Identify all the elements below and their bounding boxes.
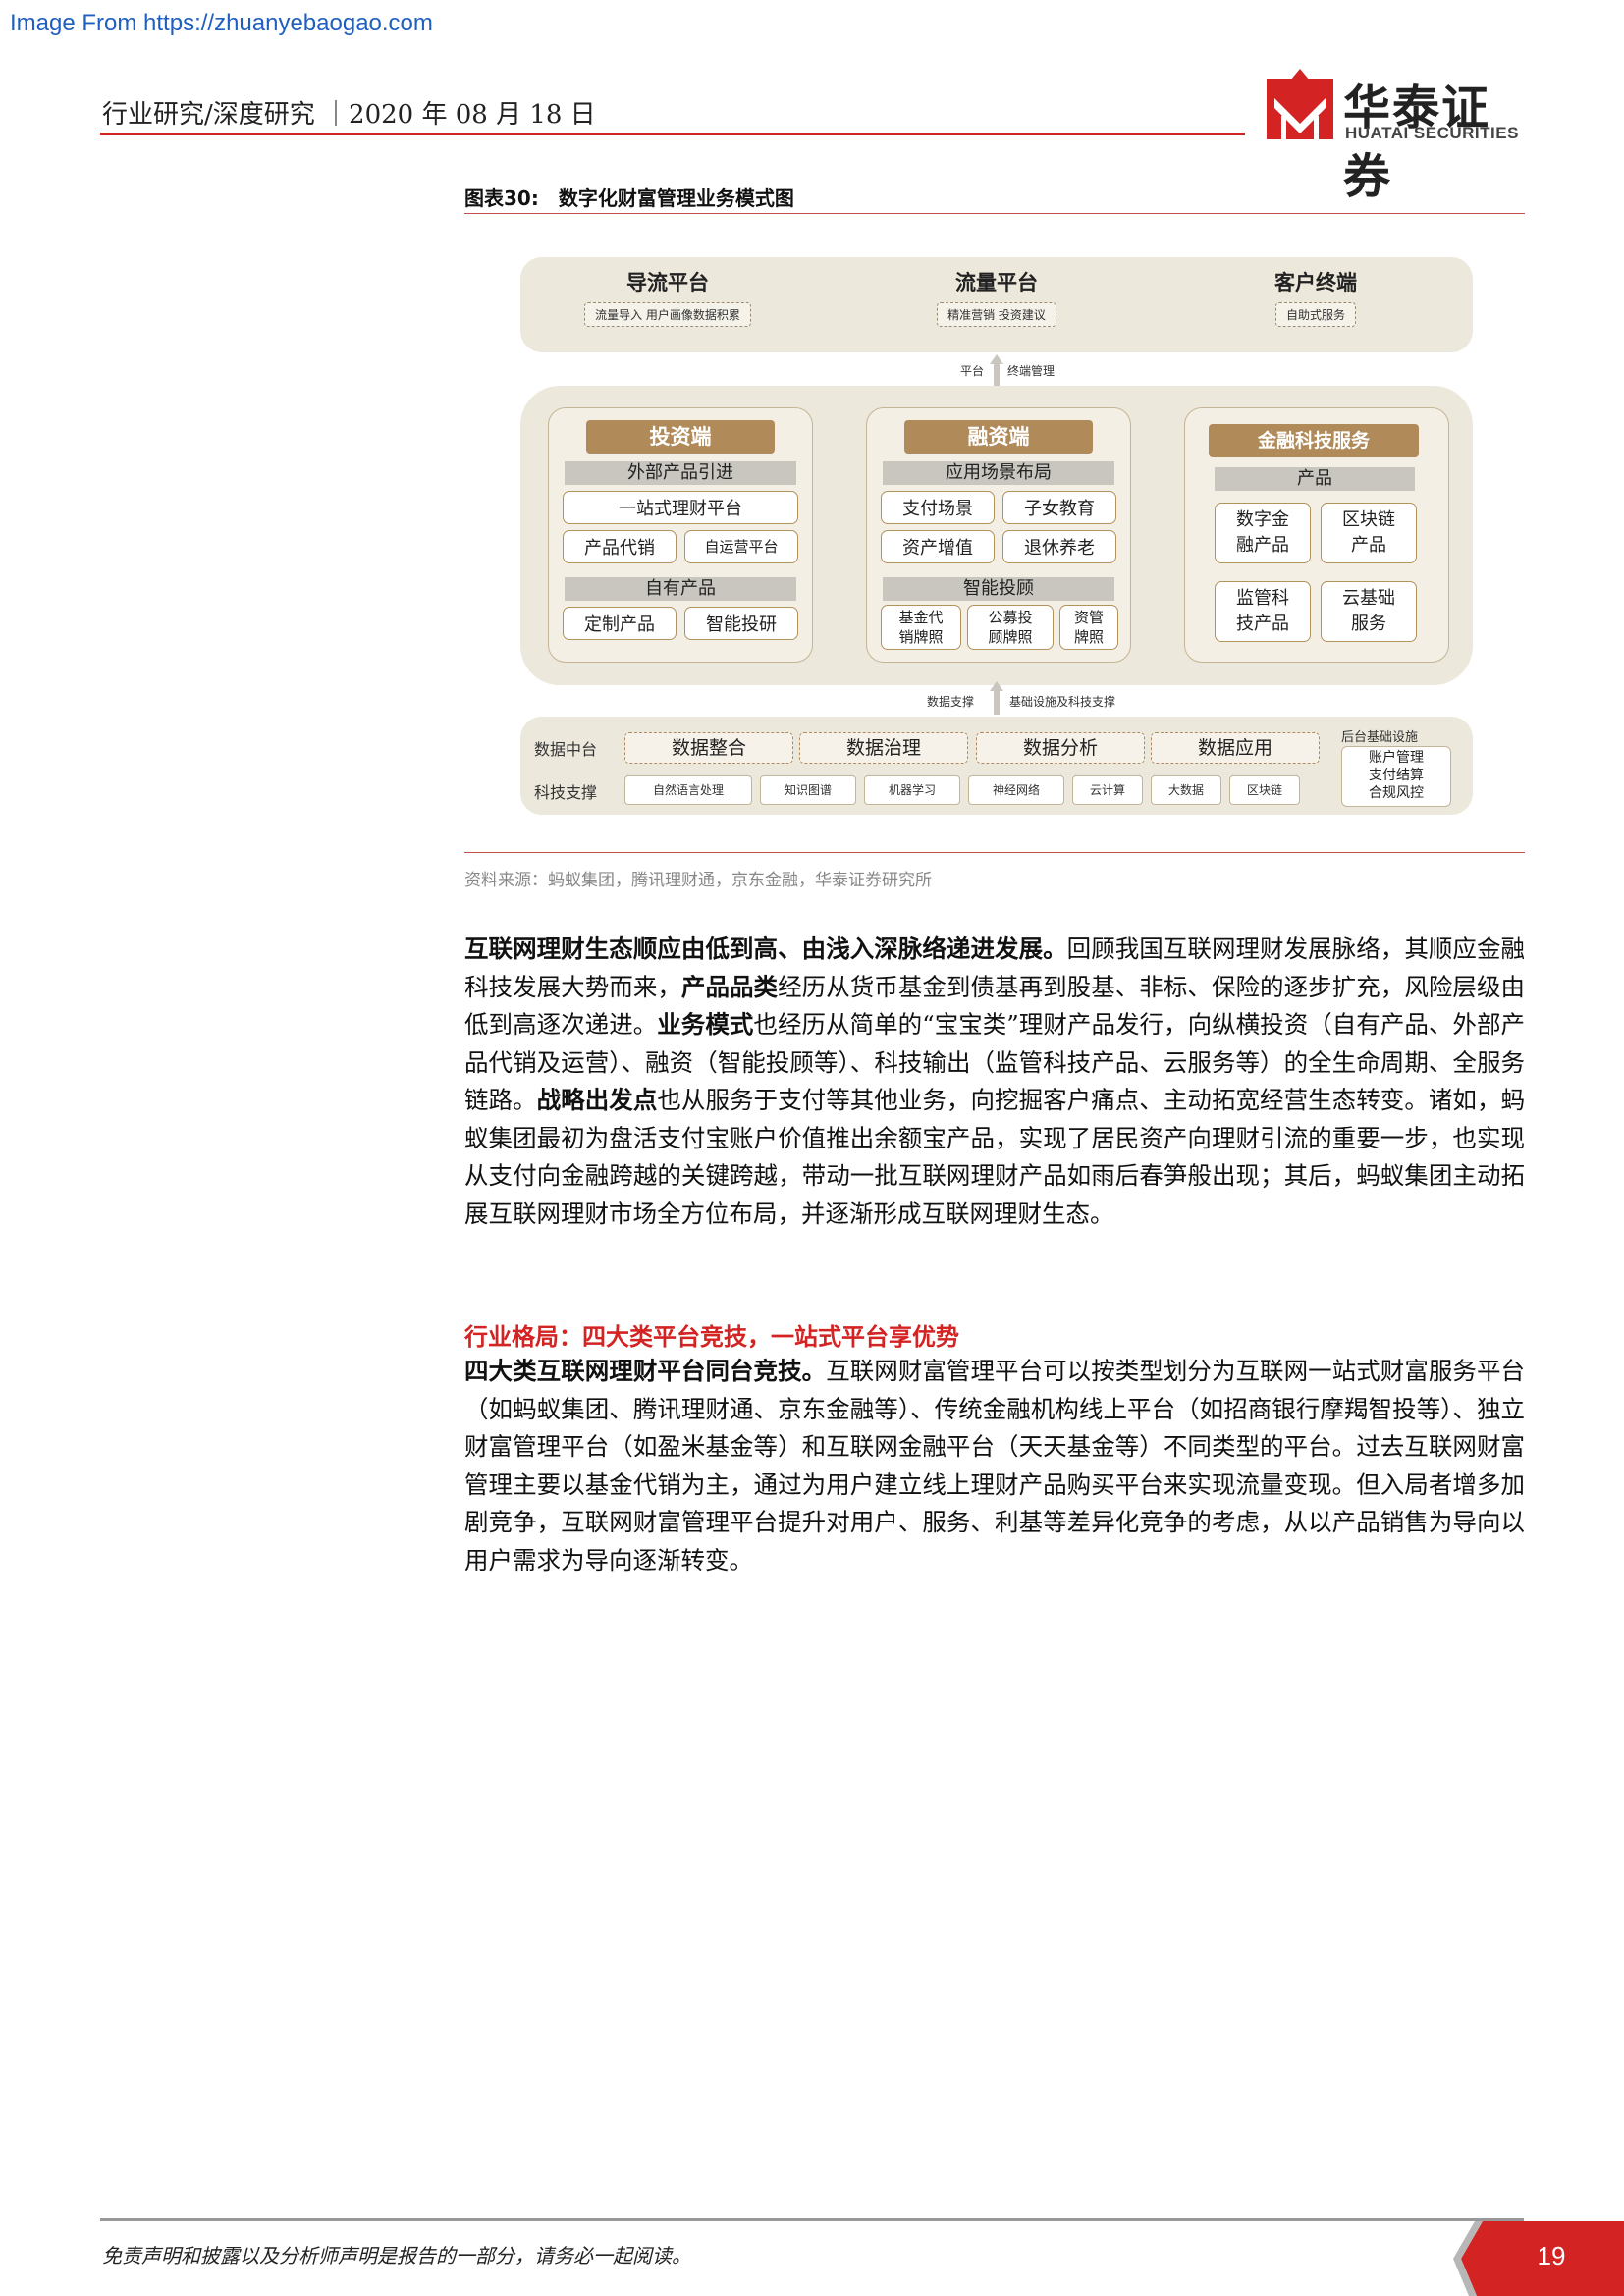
tech-item: 大数据 [1151, 775, 1221, 805]
footer-divider [100, 2218, 1524, 2221]
para1-bold-2: 产品品类 [680, 972, 779, 1001]
fintech-box: 金融科技服务 产品 数字金 融产品 区块链 产品 监管科 技产品 云基础 服务 [1184, 407, 1449, 663]
logo-en: HUATAI SECURITIES [1345, 124, 1519, 142]
top-col-diversion: 导流平台 流量导入 用户画像数据积累 [560, 267, 776, 327]
fintech-title: 金融科技服务 [1209, 424, 1419, 457]
section-title: 行业格局：四大类平台竞技，一站式平台享优势 [464, 1323, 959, 1351]
finance-sub1: 应用场景布局 [883, 461, 1114, 485]
para1-bold-4: 战略出发点 [536, 1086, 658, 1114]
self-operated-platform: 自运营平台 [684, 530, 798, 563]
row1-label: 数据中台 [534, 740, 598, 759]
figure-top-rule [464, 213, 1525, 214]
middle-panel: 投资端 外部产品引进 一站式理财平台 产品代销 自运营平台 自有产品 定制产品 … [520, 386, 1473, 685]
infra-title: 后台基础设施 [1341, 730, 1419, 745]
tech-item: 机器学习 [864, 775, 960, 805]
fintech-item: 云基础 服务 [1321, 581, 1417, 642]
bottom-panel: 数据中台 数据整合 数据治理 数据分析 数据应用 科技支撑 自然语言处理 知识图… [520, 717, 1473, 815]
finance-title: 融资端 [904, 420, 1093, 454]
top-col-desc: 流量导入 用户画像数据积累 [584, 302, 751, 327]
tech-item: 神经网络 [968, 775, 1064, 805]
footer-disclaimer: 免责声明和披露以及分析师声明是报告的一部分，请务必一起阅读。 [102, 2244, 691, 2268]
data-platform-item: 数据分析 [976, 732, 1145, 764]
up-arrow-2 [990, 681, 1003, 715]
arrow1-right-label: 终端管理 [1007, 364, 1056, 378]
data-platform-item: 数据治理 [799, 732, 968, 764]
arrow2-right-label: 基础设施及科技支撑 [1009, 695, 1116, 709]
report-header: 行业研究/深度研究 ｜2020 年 08 月 18 日 [102, 100, 596, 130]
fintech-item: 区块链 产品 [1321, 503, 1417, 563]
business-model-diagram: 导流平台 流量导入 用户画像数据积累 流量平台 精准营销 投资建议 客户终端 自… [520, 257, 1473, 815]
figure-source: 资料来源：蚂蚁集团，腾讯理财通，京东金融，华泰证券研究所 [464, 871, 932, 890]
arrow2-left-label: 数据支撑 [927, 695, 975, 709]
arrow1-left-label: 平台 [960, 364, 985, 378]
page-number-badge: 19 [1453, 2221, 1624, 2296]
license-item: 基金代 销牌照 [881, 605, 961, 650]
product-agency: 产品代销 [563, 530, 677, 563]
top-col-client: 客户终端 自助式服务 [1208, 267, 1424, 327]
para2-text-1: 互联网财富管理平台可以按类型划分为互联网一站式财富服务平台（如蚂蚁集团、腾讯理财… [464, 1357, 1526, 1575]
top-col-title: 流量平台 [955, 270, 1038, 294]
finance-sub2: 智能投顾 [883, 577, 1114, 601]
watermark[interactable]: Image From https://zhuanyebaogao.com [10, 10, 433, 37]
license-item: 公募投 顾牌照 [967, 605, 1054, 650]
paragraph-1: 互联网理财生态顺应由低到高、由浅入深脉络递进发展。回顾我国互联网理财发展脉络，其… [464, 931, 1525, 1233]
para1-bold-1: 互联网理财生态顺应由低到高、由浅入深脉络递进发展。 [464, 934, 1067, 963]
figure-title: 图表30: 数字化财富管理业务模式图 [464, 187, 794, 210]
scenario-item: 退休养老 [1002, 530, 1116, 563]
top-panel: 导流平台 流量导入 用户画像数据积累 流量平台 精准营销 投资建议 客户终端 自… [520, 257, 1473, 352]
top-col-desc: 精准营销 投资建议 [937, 302, 1056, 327]
para1-bold-3: 业务模式 [657, 1010, 754, 1039]
top-col-desc: 自助式服务 [1274, 302, 1356, 327]
data-platform-item: 数据整合 [624, 732, 793, 764]
tech-item: 区块链 [1229, 775, 1300, 805]
para2-bold-1: 四大类互联网理财平台同台竞技。 [464, 1357, 827, 1385]
top-col-title: 客户终端 [1274, 270, 1357, 294]
up-arrow-icon [990, 354, 1003, 388]
scenario-item: 支付场景 [881, 491, 995, 524]
tech-item: 自然语言处理 [624, 775, 752, 805]
fintech-sub: 产品 [1215, 467, 1415, 491]
invest-title: 投资端 [586, 420, 775, 454]
invest-box: 投资端 外部产品引进 一站式理财平台 产品代销 自运营平台 自有产品 定制产品 … [548, 407, 813, 663]
scenario-item: 子女教育 [1002, 491, 1116, 524]
fintech-item: 监管科 技产品 [1215, 581, 1311, 642]
figure-bottom-rule [464, 852, 1525, 853]
up-arrow-1 [990, 354, 1003, 388]
up-arrow-icon [990, 681, 1003, 715]
custom-product: 定制产品 [563, 607, 677, 640]
tech-item: 云计算 [1072, 775, 1143, 805]
row2-label: 科技支撑 [534, 783, 598, 802]
finance-box: 融资端 应用场景布局 支付场景 子女教育 资产增值 退休养老 智能投顾 基金代 … [866, 407, 1131, 663]
one-stop-platform: 一站式理财平台 [563, 491, 798, 524]
invest-sub1: 外部产品引进 [565, 461, 796, 485]
license-item: 资管 牌照 [1059, 605, 1118, 650]
tech-item: 知识图谱 [760, 775, 856, 805]
top-col-title: 导流平台 [626, 270, 709, 294]
huatai-logo: 华泰证券 HUATAI SECURITIES [1267, 69, 1524, 204]
data-platform-item: 数据应用 [1151, 732, 1320, 764]
smart-research: 智能投研 [684, 607, 798, 640]
scenario-item: 资产增值 [881, 530, 995, 563]
invest-sub2: 自有产品 [565, 577, 796, 601]
top-col-traffic: 流量平台 精准营销 投资建议 [884, 267, 1110, 327]
header-divider [100, 133, 1245, 135]
huatai-logo-icon [1267, 69, 1333, 139]
fintech-item: 数字金 融产品 [1215, 503, 1311, 563]
infra-box: 账户管理 支付结算 合规风控 [1341, 746, 1451, 807]
paragraph-2: 四大类互联网理财平台同台竞技。互联网财富管理平台可以按类型划分为互联网一站式财富… [464, 1353, 1525, 1579]
page-number: 19 [1537, 2241, 1566, 2270]
